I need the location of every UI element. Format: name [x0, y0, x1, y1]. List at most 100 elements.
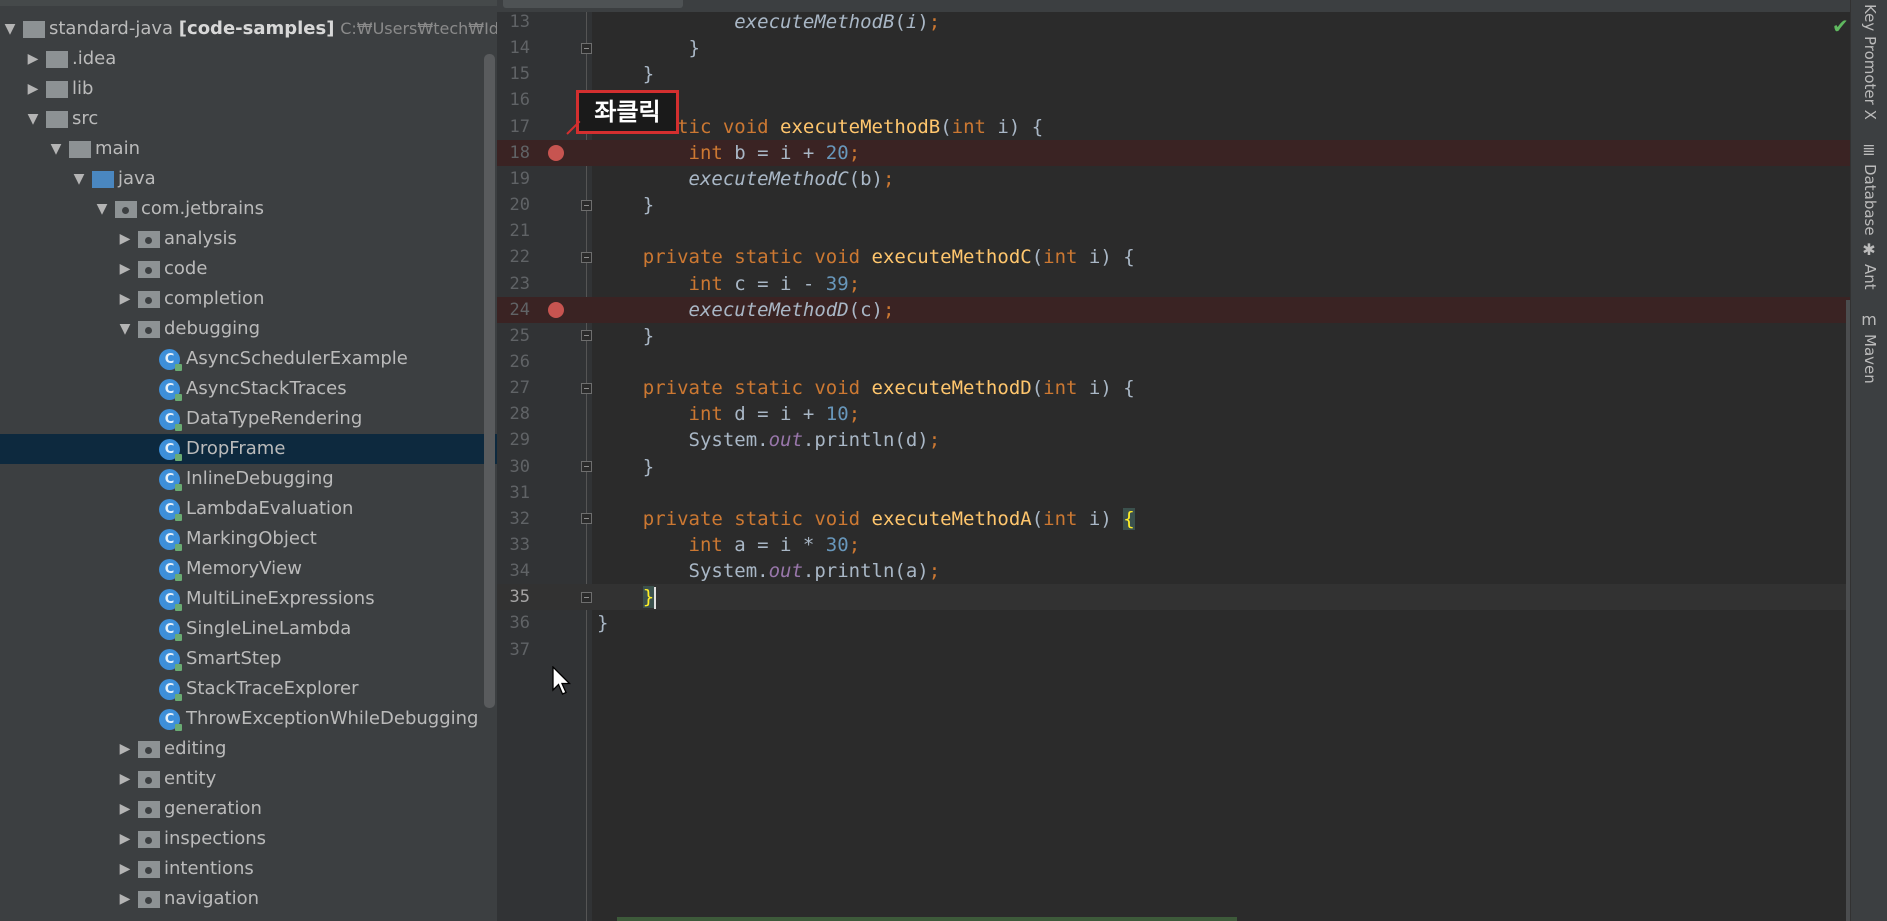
fold-marker-icon[interactable] [581, 199, 592, 211]
tree-item-src[interactable]: ▼ src [0, 104, 497, 134]
line-number[interactable]: 21 [497, 218, 530, 244]
code-line[interactable]: 35 } [497, 584, 1850, 611]
line-number[interactable]: 33 [497, 532, 530, 558]
chevron-down-icon[interactable]: ▼ [72, 164, 86, 194]
line-number[interactable]: 14 [497, 35, 530, 61]
project-tree-scrollbar[interactable] [484, 54, 495, 708]
code-line[interactable]: 32 private static void executeMethodA(in… [497, 506, 1850, 532]
line-number[interactable]: 30 [497, 454, 530, 480]
line-number[interactable]: 15 [497, 61, 530, 87]
tree-item-memoryview[interactable]: C MemoryView [0, 554, 497, 584]
tree-item-debugging[interactable]: ▼ debugging [0, 314, 497, 344]
tree-item-stacktraceexplorer[interactable]: C StackTraceExplorer [0, 674, 497, 704]
code-text[interactable]: int d = i + 10; [597, 401, 861, 427]
line-number[interactable]: 19 [497, 166, 530, 192]
line-number[interactable]: 37 [497, 637, 530, 663]
fold-marker-icon[interactable] [581, 42, 592, 54]
line-number[interactable]: 27 [497, 375, 530, 401]
tree-item-inspections[interactable]: ▶ inspections [0, 824, 497, 854]
code-line[interactable]: 37 [497, 637, 1850, 663]
line-number[interactable]: 20 [497, 192, 530, 218]
line-number[interactable]: 22 [497, 244, 530, 270]
tree-item-com-jetbrains[interactable]: ▼ com.jetbrains [0, 194, 497, 224]
code-text[interactable]: int a = i * 30; [597, 532, 861, 558]
tree-item-editing[interactable]: ▶ editing [0, 734, 497, 764]
code-line[interactable]: 23 int c = i - 39; [497, 271, 1850, 297]
line-number[interactable]: 35 [497, 584, 530, 610]
tree-item-entity[interactable]: ▶ entity [0, 764, 497, 794]
fold-marker-icon[interactable] [581, 591, 592, 603]
code-line[interactable]: 26 [497, 349, 1850, 375]
chevron-down-icon[interactable]: ▼ [26, 104, 40, 134]
code-line[interactable]: 36} [497, 610, 1850, 636]
code-text[interactable]: executeMethodB(i); [597, 9, 940, 35]
tree-item-smartstep[interactable]: C SmartStep [0, 644, 497, 674]
tree-item-standard-java[interactable]: ▼ standard-java [code-samples] C:₩Users₩t… [0, 14, 497, 44]
code-line[interactable]: 34 System.out.println(a); [497, 558, 1850, 584]
chevron-right-icon[interactable]: ▶ [26, 74, 40, 104]
tree-item-datatyperendering[interactable]: C DataTypeRendering [0, 404, 497, 434]
line-number[interactable]: 24 [497, 297, 530, 323]
chevron-right-icon[interactable]: ▶ [118, 764, 132, 794]
code-text[interactable]: int c = i - 39; [597, 271, 861, 297]
code-text[interactable]: } [597, 584, 657, 610]
code-line[interactable]: 17 static void executeMethodB(int i) { [497, 114, 1850, 140]
tree-item-intentions[interactable]: ▶ intentions [0, 854, 497, 884]
chevron-right-icon[interactable]: ▶ [118, 824, 132, 854]
code-text[interactable]: private static void executeMethodA(int i… [597, 506, 1135, 532]
line-number[interactable]: 13 [497, 9, 530, 35]
breakpoint-icon[interactable] [548, 144, 564, 161]
line-number[interactable]: 34 [497, 558, 530, 584]
fold-marker-icon[interactable] [581, 330, 592, 342]
project-tree[interactable]: ▼ standard-java [code-samples] C:₩Users₩t… [0, 14, 497, 914]
code-line[interactable]: 19 executeMethodC(b); [497, 166, 1850, 192]
tree-item-navigation[interactable]: ▶ navigation [0, 884, 497, 914]
editor-tab[interactable] [503, 0, 683, 8]
line-number[interactable]: 29 [497, 427, 530, 453]
line-number[interactable]: 16 [497, 87, 530, 113]
tree-item-lib[interactable]: ▶ lib [0, 74, 497, 104]
tree-item-code[interactable]: ▶ code [0, 254, 497, 284]
line-number[interactable]: 18 [497, 140, 530, 166]
fold-marker-icon[interactable] [581, 461, 592, 473]
code-text[interactable]: } [597, 192, 654, 218]
chevron-right-icon[interactable]: ▶ [118, 734, 132, 764]
code-line[interactable]: 31 [497, 480, 1850, 506]
tree-item--idea[interactable]: ▶ .idea [0, 44, 497, 74]
tree-item-asyncschedulerexample[interactable]: C AsyncSchedulerExample [0, 344, 497, 374]
code-line[interactable]: 25 } [497, 323, 1850, 349]
code-line[interactable]: 28 int d = i + 10; [497, 401, 1850, 427]
code-text[interactable]: System.out.println(d); [597, 427, 941, 453]
breakpoint-icon[interactable] [548, 301, 564, 318]
code-text[interactable]: executeMethodC(b); [597, 166, 895, 192]
code-text[interactable]: executeMethodD(c); [597, 297, 895, 323]
code-text[interactable]: private static void executeMethodD(int i… [597, 375, 1135, 401]
code-text[interactable]: } [597, 454, 654, 480]
tree-item-markingobject[interactable]: C MarkingObject [0, 524, 497, 554]
line-number[interactable]: 25 [497, 323, 530, 349]
chevron-right-icon[interactable]: ▶ [118, 794, 132, 824]
code-line[interactable]: 13 executeMethodB(i); [497, 9, 1850, 35]
chevron-down-icon[interactable]: ▼ [95, 194, 109, 224]
chevron-right-icon[interactable]: ▶ [118, 254, 132, 284]
chevron-right-icon[interactable]: ▶ [118, 854, 132, 884]
code-line[interactable]: 18 int b = i + 20; [497, 139, 1850, 166]
chevron-right-icon[interactable]: ▶ [118, 284, 132, 314]
chevron-right-icon[interactable]: ▶ [26, 44, 40, 74]
fold-marker-icon[interactable] [581, 513, 592, 525]
code-line[interactable]: 21 [497, 218, 1850, 244]
code-text[interactable]: private static void executeMethodC(int i… [597, 244, 1135, 270]
tree-item-multilineexpressions[interactable]: C MultiLineExpressions [0, 584, 497, 614]
code-text[interactable]: } [597, 61, 654, 87]
tree-item-java[interactable]: ▼ java [0, 164, 497, 194]
code-line[interactable]: 27 private static void executeMethodD(in… [497, 375, 1850, 401]
tree-item-generation[interactable]: ▶ generation [0, 794, 497, 824]
chevron-down-icon[interactable]: ▼ [49, 134, 63, 164]
fold-marker-icon[interactable] [581, 251, 592, 263]
tree-item-lambdaevaluation[interactable]: C LambdaEvaluation [0, 494, 497, 524]
tree-item-analysis[interactable]: ▶ analysis [0, 224, 497, 254]
code-line[interactable]: 16 [497, 87, 1850, 113]
line-number[interactable]: 36 [497, 610, 530, 636]
code-editor[interactable]: 13 executeMethodB(i); 14 } 15 } 16 17 static… [497, 0, 1850, 921]
line-number[interactable]: 28 [497, 401, 530, 427]
